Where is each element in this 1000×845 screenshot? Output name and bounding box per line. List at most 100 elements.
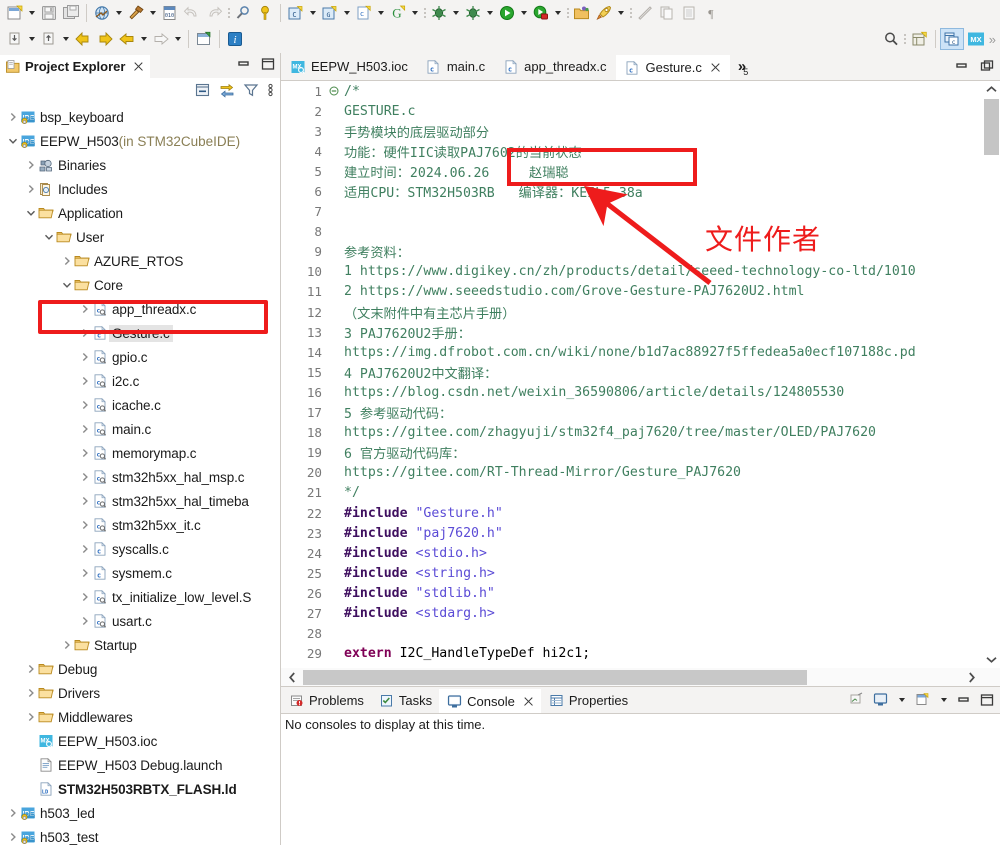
tree-item-application[interactable]: Application [0, 201, 280, 225]
restore-icon[interactable] [980, 59, 994, 73]
previous-annotation-dropdown[interactable] [26, 28, 38, 50]
code-line[interactable]: 16 https://blog.csdn.net/weixin_36590806/… [281, 382, 982, 402]
code-line[interactable]: 4 功能：硬件IIC读取PAJ7602的当前状态 [281, 141, 982, 161]
code-line[interactable]: 26 #include "stdlib.h" [281, 583, 982, 603]
redo-button[interactable] [203, 2, 225, 24]
code-line[interactable]: 23 #include "paj7620.h" [281, 523, 982, 543]
code-line[interactable]: 22 #include "Gesture.h" [281, 503, 982, 523]
code-line[interactable]: 21 */ [281, 483, 982, 503]
hscrollbar-thumb[interactable] [303, 669, 807, 685]
tree-item-h503-led[interactable]: IDEh503_led [0, 801, 280, 825]
paste-special-button[interactable] [656, 2, 678, 24]
view-menu-icon[interactable] [267, 82, 274, 98]
tree-item-user[interactable]: User [0, 225, 280, 249]
new-file-button[interactable] [4, 2, 26, 24]
chevron-down-icon[interactable] [6, 129, 19, 153]
toolbar-overflow-icon[interactable]: » [989, 32, 996, 47]
editor-body[interactable]: 1 /* 2 GESTURE.c 3 手势模块的底层驱动部分 4 功能：硬件IIC读取PAJ7… [281, 80, 1000, 686]
code-line[interactable]: 8 [281, 222, 982, 242]
chevron-right-icon[interactable] [24, 705, 37, 729]
save-all-button[interactable] [60, 2, 82, 24]
new-class-dropdown[interactable] [409, 2, 421, 24]
tree-item-sysmem-c[interactable]: c sysmem.c [0, 561, 280, 585]
close-icon[interactable] [709, 62, 721, 74]
code-line[interactable]: 19 6 官方驱动代码库： [281, 443, 982, 463]
tab-properties[interactable]: Properties [541, 687, 635, 713]
tree-item-startup[interactable]: Startup [0, 633, 280, 657]
tree-item-memorymap-c[interactable]: c memorymap.c [0, 441, 280, 465]
debug-bug2-button[interactable] [462, 2, 484, 24]
tree-item-stm32h503rbtx-flash-ld[interactable]: LD STM32H503RBTX_FLASH.ld [0, 777, 280, 801]
fold-collapse-icon[interactable] [328, 86, 339, 96]
tab-problems[interactable]: Problems [281, 687, 371, 713]
chevron-right-icon[interactable] [24, 153, 37, 177]
code-line[interactable]: 17 5 参考驱动代码： [281, 403, 982, 423]
open-console-dropdown[interactable] [939, 693, 948, 707]
perspective-cubemx-button[interactable]: MX [964, 28, 988, 50]
scroll-up-icon[interactable] [982, 81, 1000, 98]
new-file-dropdown[interactable] [26, 2, 38, 24]
new-cpp-project-dropdown[interactable] [341, 2, 353, 24]
chevron-right-icon[interactable] [78, 321, 91, 345]
run-dropdown[interactable] [518, 2, 530, 24]
tree-item-icache-c[interactable]: c icache.c [0, 393, 280, 417]
info-button[interactable]: i [224, 28, 246, 50]
search-files-button[interactable] [232, 2, 254, 24]
chevron-right-icon[interactable] [78, 489, 91, 513]
editor-horizontal-scrollbar[interactable] [281, 668, 982, 686]
project-tree[interactable]: IDEbsp_keyboardIDEEEPW_H503 (in STM32Cub… [0, 102, 280, 845]
new-class-button[interactable]: G [387, 2, 409, 24]
maximize-icon[interactable] [261, 57, 275, 71]
tab-main-c[interactable]: c main.c [417, 53, 494, 80]
code-line[interactable]: 11 2 https://www.seeedstudio.com/Grove-Ge… [281, 282, 982, 302]
minimize-icon[interactable] [955, 59, 969, 73]
code-line[interactable]: 24 #include <stdio.h> [281, 543, 982, 563]
code-line[interactable]: 28 [281, 624, 982, 644]
tab-tasks[interactable]: Tasks [371, 687, 439, 713]
tree-item-syscalls-c[interactable]: c syscalls.c [0, 537, 280, 561]
code-line[interactable]: 15 4 PAJ7620U2中文翻译： [281, 362, 982, 382]
chevron-right-icon[interactable] [78, 513, 91, 537]
tab-console[interactable]: Console [439, 687, 541, 713]
clear-console-icon[interactable] [849, 692, 864, 707]
tree-item-gpio-c[interactable]: c gpio.c [0, 345, 280, 369]
editor-tab-overflow[interactable]: » 5 [730, 53, 759, 80]
undo-button[interactable] [181, 2, 203, 24]
tree-item-gesture-c[interactable]: c Gesture.c [0, 321, 280, 345]
code-line[interactable]: 10 1 https://www.digikey.cn/zh/products/d… [281, 262, 982, 282]
external-tools-dropdown[interactable] [615, 2, 627, 24]
tree-item-azure-rtos[interactable]: AZURE_RTOS [0, 249, 280, 273]
scroll-right-icon[interactable] [960, 668, 982, 686]
tree-item-core[interactable]: Core [0, 273, 280, 297]
toggle-block-button[interactable] [678, 2, 700, 24]
next-annotation-button[interactable] [38, 28, 60, 50]
new-c-project-dropdown[interactable] [307, 2, 319, 24]
debug2-dropdown[interactable] [484, 2, 496, 24]
chevron-right-icon[interactable] [6, 105, 19, 129]
new-window-button[interactable] [193, 28, 215, 50]
tree-item-app-threadx-c[interactable]: c app_threadx.c [0, 297, 280, 321]
tree-item-includes[interactable]: Includes [0, 177, 280, 201]
minimize-icon[interactable] [957, 693, 971, 707]
chevron-right-icon[interactable] [78, 417, 91, 441]
open-folder-button[interactable] [571, 2, 593, 24]
back-yellow-arrow-button[interactable] [72, 28, 94, 50]
maximize-icon[interactable] [980, 693, 994, 707]
chevron-right-icon[interactable] [24, 681, 37, 705]
tab-gesture-c[interactable]: c Gesture.c [615, 53, 730, 80]
code-line[interactable]: 12 （文末附件中有主芯片手册） [281, 302, 982, 322]
forward-history-button[interactable] [150, 28, 172, 50]
back-history-dropdown[interactable] [138, 28, 150, 50]
code-line[interactable]: 14 https://img.dfrobot.com.cn/wiki/none/b… [281, 342, 982, 362]
forward-yellow-arrow-button[interactable] [94, 28, 116, 50]
chevron-right-icon[interactable] [78, 393, 91, 417]
tree-item-main-c[interactable]: c main.c [0, 417, 280, 441]
chevron-down-icon[interactable] [60, 273, 73, 297]
display-console-dropdown[interactable] [897, 693, 906, 707]
chevron-right-icon[interactable] [6, 801, 19, 825]
perspective-c-cpp-button[interactable]: c [939, 28, 964, 50]
project-explorer-tab[interactable]: Project Explorer [0, 53, 151, 78]
run-button[interactable] [496, 2, 518, 24]
run-config-dropdown[interactable] [552, 2, 564, 24]
tree-item-usart-c[interactable]: c usart.c [0, 609, 280, 633]
